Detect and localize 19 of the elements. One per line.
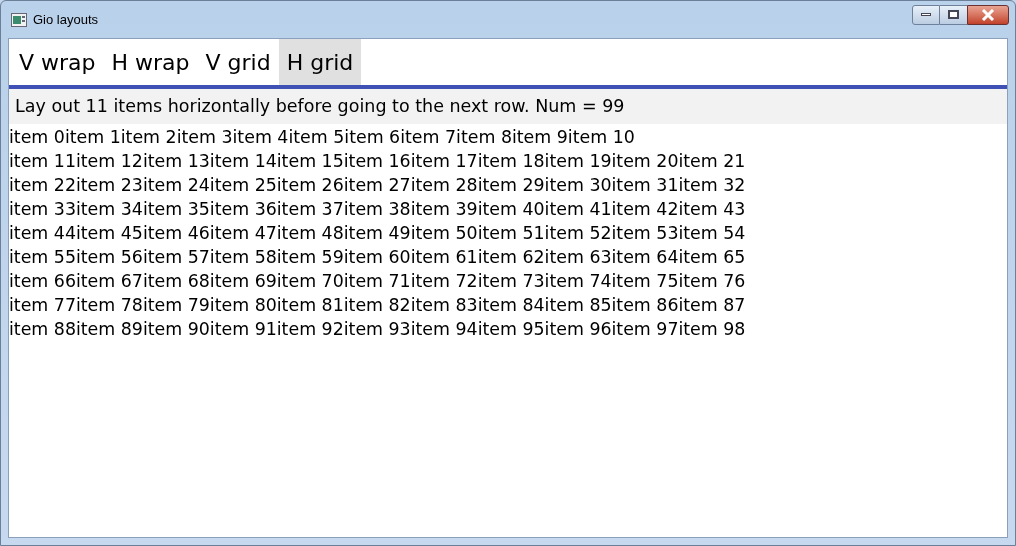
maximize-icon xyxy=(948,10,959,19)
minimize-icon xyxy=(921,13,931,16)
minimize-button[interactable] xyxy=(912,4,940,25)
tab[interactable]: H grid xyxy=(278,39,362,85)
description-text: Lay out 11 items horizontally before going to the next row. Num = 99 xyxy=(15,95,625,119)
close-button[interactable] xyxy=(967,4,1009,25)
item-line: item 0item 1item 2item 3item 4item 5item 6item 7item 8item 9item 10 xyxy=(9,126,635,149)
item-line: item 11item 12item 13item 14item 15item 16item 17item 18item 19item 20item 21 xyxy=(9,150,746,173)
item-line: item 77item 78item 79item 80item 81item 82item 83item 84item 85item 86item 87 xyxy=(9,294,746,317)
maximize-button[interactable] xyxy=(940,4,967,25)
close-icon xyxy=(981,8,995,21)
app-icon xyxy=(11,12,27,27)
window-title: Gio layouts xyxy=(33,10,99,29)
item-line: item 44item 45item 46item 47item 48item 49item 50item 51item 52item 53item 54 xyxy=(9,222,746,245)
item-line: item 88item 89item 90item 91item 92item 93item 94item 95item 96item 97item 98 xyxy=(9,318,746,341)
item-line: item 22item 23item 24item 25item 26item 27item 28item 29item 30item 31item 32 xyxy=(9,174,746,197)
item-line: item 55item 56item 57item 58item 59item 60item 61item 62item 63item 64item 65 xyxy=(9,246,746,269)
item-line: item 33item 34item 35item 36item 37item 38item 39item 40item 41item 42item 43 xyxy=(9,198,746,221)
item-line: item 66item 67item 68item 69item 70item 71item 72item 73item 74item 75item 76 xyxy=(9,270,746,293)
